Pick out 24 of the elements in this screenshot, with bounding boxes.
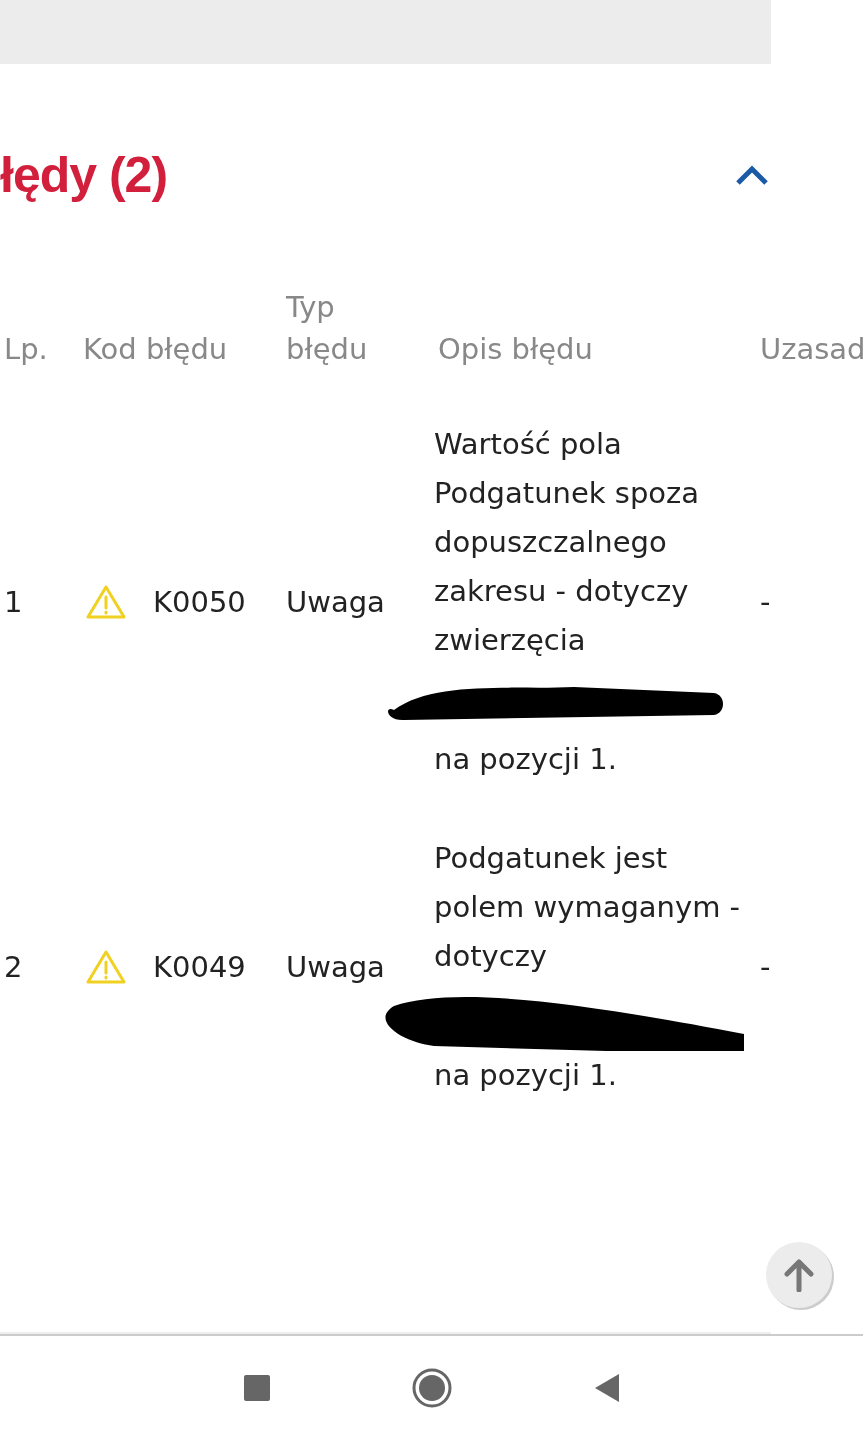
error-code: K0050 (153, 583, 246, 621)
justification-cell-text: - (759, 948, 772, 986)
section-title: łędy (2) (0, 146, 168, 204)
column-header: Typ błędu (286, 289, 369, 368)
collapse-chevron-icon[interactable] (735, 164, 769, 186)
error-description: na pozycji 1. (434, 741, 618, 778)
column-header: Uzasad (759, 331, 863, 368)
error-description: Wartość pola Podgatunek spoza dopuszczalnego zakresu - dotyczy zwierzęcia (434, 426, 701, 659)
error-type: Uwaga (286, 583, 386, 621)
error-description: na pozycji 1. (434, 1057, 618, 1094)
warning-icon (85, 949, 127, 985)
row-number: 1 (3, 583, 24, 621)
row-number: 2 (3, 948, 24, 986)
column-header: Lp. (3, 331, 49, 368)
arrow-up-icon (783, 1258, 815, 1292)
column-header: Kod błędu (82, 331, 229, 368)
error-code: K0049 (153, 948, 246, 986)
warning-icon (85, 584, 127, 620)
recents-icon[interactable] (242, 1374, 271, 1402)
column-header: Opis błędu (437, 331, 594, 368)
home-icon[interactable] (410, 1367, 453, 1409)
justification-cell-text: - (759, 583, 772, 621)
error-description: Podgatunek jest polem wymaganym - dotyczy (434, 840, 742, 975)
error-type: Uwaga (286, 948, 386, 986)
